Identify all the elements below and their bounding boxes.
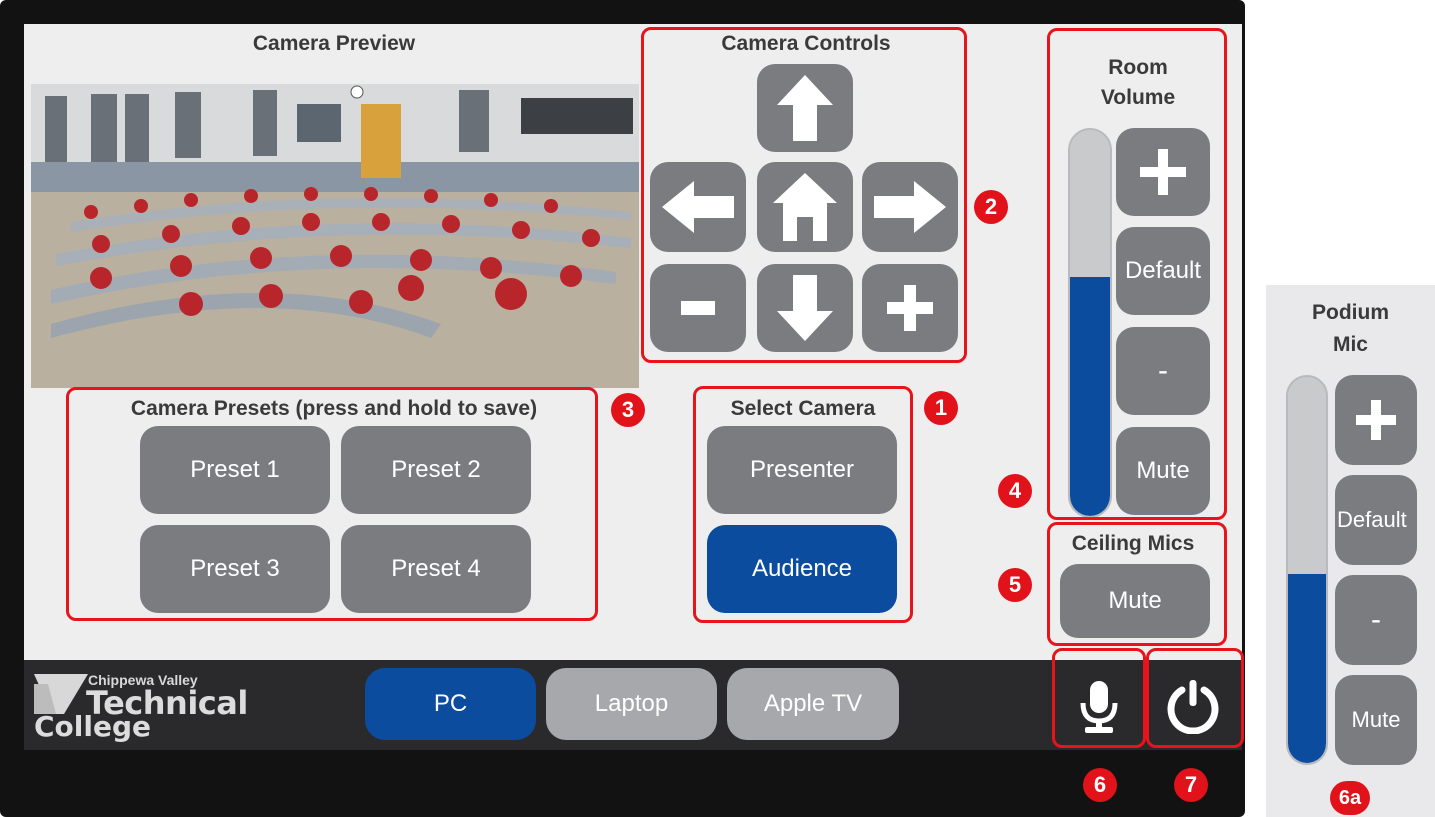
power-icon xyxy=(1167,680,1219,734)
source-pc-button[interactable]: PC xyxy=(365,668,536,740)
podium-mic-default-button[interactable]: Default xyxy=(1335,475,1417,565)
podium-mic-button[interactable] xyxy=(1058,672,1140,742)
arrow-down-icon xyxy=(777,275,833,341)
camera-presets-title: Camera Presets (press and hold to save) xyxy=(130,397,538,420)
badge-podium-mic-panel: 6a xyxy=(1330,781,1370,815)
audience-camera-button[interactable]: Audience xyxy=(707,525,897,613)
podium-mic-title-line2: Mic xyxy=(1332,333,1368,356)
presenter-camera-button[interactable]: Presenter xyxy=(707,426,897,514)
camera-preview-title: Camera Preview xyxy=(252,32,416,55)
arrow-left-icon xyxy=(662,181,734,233)
podium-mic-level-fill xyxy=(1288,573,1326,763)
bottom-bar: Chippewa Valley Technical College PC Lap… xyxy=(24,660,1242,750)
room-volume-title-line1: Room xyxy=(1108,56,1168,79)
room-volume-mute-button[interactable]: Mute xyxy=(1116,427,1210,515)
room-volume-level-fill xyxy=(1070,276,1110,516)
badge-camera-presets: 3 xyxy=(611,393,645,427)
podium-mic-title-line1: Podium xyxy=(1312,301,1389,324)
podium-mic-panel: Podium Mic Default - Mute 6a xyxy=(1266,285,1435,817)
room-volume-default-button[interactable]: Default xyxy=(1116,227,1210,315)
preset-2-button[interactable]: Preset 2 xyxy=(341,426,531,514)
college-logo: Chippewa Valley Technical College xyxy=(30,668,260,743)
badge-power: 7 xyxy=(1174,768,1208,802)
ceiling-mics-title: Ceiling Mics xyxy=(1071,532,1195,555)
badge-camera-controls: 2 xyxy=(974,190,1008,224)
camera-controls-title: Camera Controls xyxy=(721,32,891,55)
room-volume-down-button[interactable]: - xyxy=(1116,327,1210,415)
room-volume-level-bar[interactable] xyxy=(1068,128,1112,518)
source-apple-tv-button[interactable]: Apple TV xyxy=(727,668,899,740)
ceiling-mics-mute-button[interactable]: Mute xyxy=(1060,564,1210,638)
room-volume-up-button[interactable] xyxy=(1116,128,1210,216)
zoom-in-button[interactable] xyxy=(862,264,958,352)
arrow-right-icon xyxy=(874,181,946,233)
zoom-out-button[interactable] xyxy=(650,264,746,352)
podium-mic-level-bar[interactable] xyxy=(1286,375,1328,765)
podium-mic-mute-button[interactable]: Mute xyxy=(1335,675,1417,765)
podium-mic-down-button[interactable]: - xyxy=(1335,575,1417,665)
badge-ceiling-mics: 5 xyxy=(998,568,1032,602)
preset-4-button[interactable]: Preset 4 xyxy=(341,525,531,613)
podium-mic-up-button[interactable] xyxy=(1335,375,1417,465)
logo-mark-icon xyxy=(34,674,88,714)
preset-1-button[interactable]: Preset 1 xyxy=(140,426,330,514)
select-camera-title: Select Camera xyxy=(730,397,876,420)
badge-podium-mic: 6 xyxy=(1083,768,1117,802)
badge-select-camera: 1 xyxy=(924,391,958,425)
microphone-icon xyxy=(1080,681,1118,733)
plus-icon xyxy=(1356,400,1396,440)
plus-icon xyxy=(1140,149,1186,195)
pan-left-button[interactable] xyxy=(650,162,746,252)
source-laptop-button[interactable]: Laptop xyxy=(546,668,717,740)
tilt-up-button[interactable] xyxy=(757,64,853,152)
room-volume-title-line2: Volume xyxy=(1100,86,1176,109)
tilt-down-button[interactable] xyxy=(757,264,853,352)
camera-preview-image xyxy=(31,62,639,388)
logo-line-3: College xyxy=(34,710,152,743)
power-button[interactable] xyxy=(1150,672,1236,742)
preset-3-button[interactable]: Preset 3 xyxy=(140,525,330,613)
plus-icon xyxy=(887,285,933,331)
figure: Camera Preview Camera Controls Camera Pr… xyxy=(0,0,1435,817)
minus-icon xyxy=(681,301,715,315)
badge-room-volume: 4 xyxy=(998,474,1032,508)
home-icon xyxy=(773,173,837,241)
pan-right-button[interactable] xyxy=(862,162,958,252)
arrow-up-icon xyxy=(777,75,833,141)
touch-panel-screen: Camera Preview Camera Controls Camera Pr… xyxy=(24,24,1242,750)
home-position-button[interactable] xyxy=(757,162,853,252)
